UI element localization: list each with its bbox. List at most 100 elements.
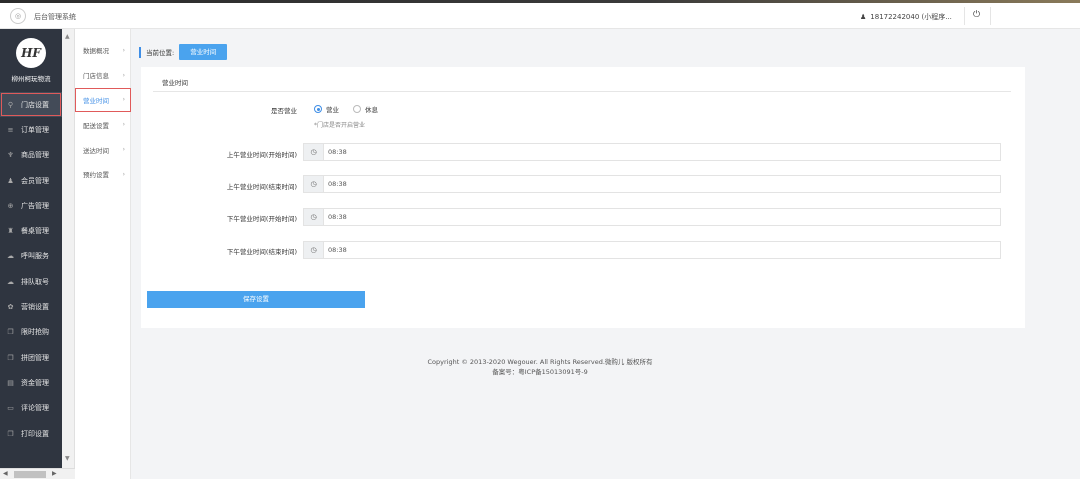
radio-closed-label[interactable]: 休息 [365, 104, 378, 114]
morning-end-time-input[interactable]: ◷ 08:38 [303, 175, 1001, 193]
chevron-right-icon: › [122, 96, 125, 104]
sidebar-item-label: 打印设置 [21, 429, 49, 438]
copy-icon: ❐ [7, 353, 14, 362]
cloud-icon: ☁ [7, 252, 14, 261]
sidebar-item-marketing[interactable]: ✿ 营销设置 [0, 294, 62, 319]
sidebar-item-label: 资金管理 [21, 378, 49, 387]
system-title: 后台管理系统 [34, 13, 76, 21]
gift-icon: ✿ [7, 303, 14, 312]
scroll-right-icon[interactable]: ▶ [52, 470, 57, 477]
key-icon: ⚲ [7, 100, 14, 109]
radio-open[interactable] [314, 105, 322, 113]
sidebar-item-label: 限时抢购 [21, 328, 49, 337]
panel-title: 营业时间 [162, 79, 188, 87]
list-icon: ≡ [7, 125, 14, 134]
time-value: 08:38 [328, 213, 347, 221]
clock-icon: ◷ [304, 176, 324, 192]
radio-open-label[interactable]: 营业 [326, 104, 339, 114]
scroll-left-icon[interactable]: ◀ [3, 470, 8, 477]
submenu-item-data-overview[interactable]: 数据概况 › [75, 38, 131, 63]
sidebar-item-store-settings[interactable]: ⚲ 门店设置 [0, 92, 62, 118]
sidebar-item-members[interactable]: ♟ 会员管理 [0, 168, 62, 193]
main-sidebar: HF 柳州柯玩物流 ⚲ 门店设置 ≡ 订单管理 ♆ 商品管理 ♟ 会员管理 ⊕ 广告管理 … [0, 29, 62, 479]
time-value: 08:38 [328, 180, 347, 188]
submenu-item-label: 数据概况 [83, 47, 109, 56]
sidebar-item-ads[interactable]: ⊕ 广告管理 [0, 193, 62, 218]
submenu-item-label: 营业时间 [83, 96, 109, 105]
submenu-item-reservation[interactable]: 预约设置 › [75, 162, 131, 187]
field-label: 上午营业时间(开始时间) [226, 151, 297, 159]
sidebar-item-printing[interactable]: ❐ 打印设置 [0, 421, 62, 446]
sidebar-item-label: 呼叫服务 [21, 252, 49, 261]
morning-start-time-input[interactable]: ◷ 08:38 [303, 143, 1001, 161]
sidebar-item-label: 拼团管理 [21, 353, 49, 362]
submenu-item-store-info[interactable]: 门店信息 › [75, 63, 131, 88]
open-status-radio-group: 营业 休息 [314, 104, 378, 114]
breadcrumb-label: 当前位置: [146, 49, 175, 57]
sidebar-item-label: 会员管理 [21, 176, 49, 185]
sidebar-item-queue[interactable]: ☁ 排队取号 [0, 269, 62, 294]
person-icon: ♟ [860, 13, 867, 21]
user-menu[interactable]: ♟ 18172242040 (小程序... [860, 12, 952, 22]
copy-icon: ❐ [7, 429, 14, 438]
sidebar-item-products[interactable]: ♆ 商品管理 [0, 143, 62, 168]
save-settings-button[interactable]: 保存设置 [147, 291, 365, 308]
submenu-item-label: 配送设置 [83, 121, 109, 130]
chevron-right-icon: › [122, 121, 125, 129]
field-label: 上午营业时间(结束时间) [226, 183, 297, 191]
radio-closed[interactable] [353, 105, 361, 113]
chevron-right-icon: › [122, 146, 125, 154]
chat-icon: ▭ [7, 404, 14, 413]
sidebar-item-flash-sale[interactable]: ❐ 限时抢购 [0, 320, 62, 345]
system-logo-icon: ◎ [10, 8, 26, 24]
horizontal-scrollbar[interactable]: ◀ ▶ [0, 468, 75, 479]
power-icon[interactable]: ⏻ [973, 10, 980, 20]
sidebar-item-call-service[interactable]: ☁ 呼叫服务 [0, 244, 62, 269]
scroll-down-icon[interactable]: ▼ [65, 455, 70, 462]
sidebar-item-label: 门店设置 [21, 100, 49, 109]
sidebar-scrollbar[interactable]: ▲ ▼ [62, 29, 75, 468]
time-value: 08:38 [328, 246, 347, 254]
breadcrumb: 当前位置: 营业时间 [139, 43, 228, 61]
sidebar-item-label: 商品管理 [21, 151, 49, 160]
dining-icon: ♜ [7, 227, 14, 236]
submenu-item-label: 预约设置 [83, 171, 109, 180]
footer-icp[interactable]: 备案号：粤ICP备15013091号-9 [131, 366, 949, 376]
sidebar-item-label: 评论管理 [21, 404, 49, 413]
chevron-right-icon: › [122, 71, 125, 79]
sidebar-item-orders[interactable]: ≡ 订单管理 [0, 117, 62, 142]
sidebar-item-tables[interactable]: ♜ 餐桌管理 [0, 218, 62, 243]
sidebar-item-reviews[interactable]: ▭ 评论管理 [0, 396, 62, 421]
scroll-thumb[interactable] [14, 471, 46, 478]
user-account: 18172242040 (小程序... [870, 13, 952, 21]
sidebar-item-label: 营销设置 [21, 303, 49, 312]
breadcrumb-current[interactable]: 营业时间 [179, 44, 228, 60]
brand-name: 柳州柯玩物流 [11, 75, 51, 83]
submenu-item-business-hours[interactable]: 营业时间 › [75, 87, 131, 113]
clock-icon: ◷ [304, 209, 324, 225]
user-icon: ♟ [7, 176, 14, 185]
chevron-right-icon: › [122, 170, 125, 178]
open-status-hint: *门店是否开启营业 [314, 122, 366, 129]
sidebar-item-group-buy[interactable]: ❐ 拼团管理 [0, 345, 62, 370]
open-status-label: 是否营业 [271, 107, 297, 115]
field-label: 下午营业时间(结束时间) [226, 248, 297, 256]
scroll-up-icon[interactable]: ▲ [65, 33, 70, 40]
sidebar-item-label: 餐桌管理 [21, 227, 49, 236]
submenu-item-delivery-settings[interactable]: 配送设置 › [75, 112, 131, 137]
clock-icon: ◷ [304, 144, 324, 160]
trophy-icon: ♆ [7, 151, 14, 160]
wallet-icon: ▤ [7, 378, 14, 387]
sidebar-item-funds[interactable]: ▤ 资金管理 [0, 370, 62, 395]
breadcrumb-accent [139, 46, 141, 58]
copy-icon: ❐ [7, 328, 14, 337]
submenu-item-delivery-time[interactable]: 送达时间 › [75, 137, 131, 162]
brand-logo: HF [16, 38, 46, 68]
afternoon-start-time-input[interactable]: ◷ 08:38 [303, 208, 1001, 226]
sidebar-item-label: 排队取号 [21, 277, 49, 286]
time-value: 08:38 [328, 148, 347, 156]
top-bar: ◎ 后台管理系统 ♟ 18172242040 (小程序... ⏻ [0, 3, 1080, 29]
sidebar-item-label: 广告管理 [21, 201, 49, 210]
topbar-divider [964, 7, 965, 25]
afternoon-end-time-input[interactable]: ◷ 08:38 [303, 241, 1001, 259]
